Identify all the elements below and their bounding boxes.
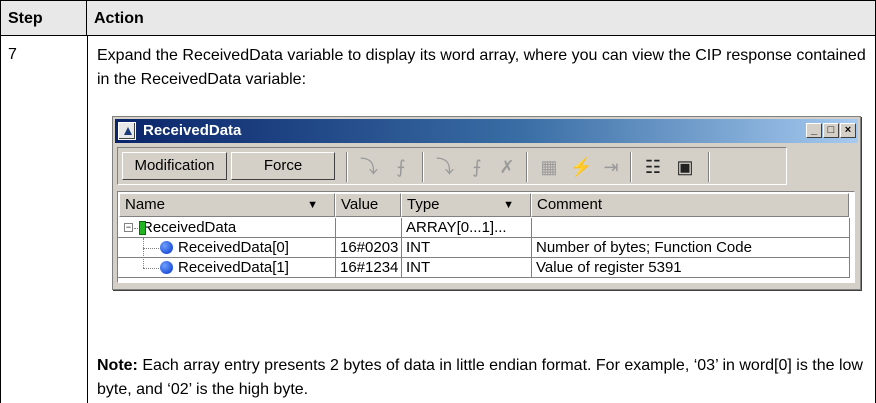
minimize-button[interactable]: _ — [806, 123, 822, 138]
column-header-type-label: Type — [407, 196, 440, 213]
cell-comment[interactable]: Number of bytes; Function Code — [532, 238, 850, 258]
force-falling-icon[interactable]: ⤵ — [434, 156, 456, 178]
header-action: Action — [87, 0, 876, 36]
note-text: Note: Each array entry presents 2 bytes … — [97, 354, 867, 402]
table-column-divider — [87, 36, 88, 403]
instruction-table: Step Action 7 Expand the ReceivedData va… — [0, 0, 876, 403]
cell-value[interactable] — [336, 218, 402, 238]
tree-line — [134, 228, 138, 229]
column-header-name[interactable]: Name ▼ — [119, 193, 335, 217]
row-name-label: ReceivedData — [142, 219, 237, 236]
tree-line — [143, 248, 159, 249]
column-header-value[interactable]: Value — [335, 193, 401, 217]
force-button[interactable]: Force — [231, 152, 335, 180]
type-dropdown-icon[interactable]: ▼ — [503, 194, 514, 216]
unforce-icon[interactable]: ✗ — [496, 156, 518, 178]
toolbar: Modification Force ⤵ ⨍ ⤵ ⨍ ✗ ▦ ⚡ ⇥ ☷ ▣ — [117, 147, 787, 185]
row-name-label: ReceivedData[1] — [178, 259, 289, 276]
cell-type[interactable]: INT — [402, 238, 532, 258]
table-icon[interactable]: ▦ — [538, 156, 560, 178]
header-action-label: Action — [94, 10, 144, 27]
variable-icon — [139, 221, 146, 235]
table-border-left — [0, 36, 1, 403]
cell-type[interactable]: ARRAY[0...1]... — [402, 218, 532, 238]
cell-value[interactable]: 16#0203 — [336, 238, 402, 258]
modification-button[interactable]: Modification — [122, 152, 227, 180]
sort-dropdown-icon[interactable]: ▼ — [307, 194, 318, 216]
note-label: Note: — [97, 357, 138, 374]
cell-comment[interactable]: Value of register 5391 — [532, 258, 850, 278]
lightning-icon[interactable]: ⚡ — [570, 156, 592, 178]
column-header-comment[interactable]: Comment — [531, 193, 849, 217]
cell-type[interactable]: INT — [402, 258, 532, 278]
window-title: ReceivedData — [143, 122, 242, 139]
row-name-label: ReceivedData[0] — [178, 239, 289, 256]
action-text: Expand the ReceivedData variable to disp… — [97, 47, 866, 88]
variable-grid: Name ▼ Value Type ▼ Comment ReceivedData… — [117, 191, 855, 283]
force-rising-icon[interactable]: ⨍ — [466, 156, 488, 178]
cell-name[interactable]: ReceivedData — [118, 218, 336, 238]
received-data-window: ReceivedData _ □ × Modification Force ⤵ … — [112, 116, 861, 290]
note-body: Each array entry presents 2 bytes of dat… — [97, 357, 863, 398]
animation-icon[interactable]: ☷ — [642, 156, 664, 178]
window-app-icon — [118, 122, 136, 140]
maximize-button[interactable]: □ — [823, 123, 839, 138]
cell-value[interactable]: 16#1234 — [336, 258, 402, 278]
cell-comment[interactable] — [532, 218, 850, 238]
collapse-toggle-icon[interactable]: − — [124, 223, 133, 232]
toolbar-separator — [708, 152, 710, 182]
step-icon[interactable]: ⇥ — [600, 156, 622, 178]
element-icon — [160, 261, 173, 274]
header-step: Step — [0, 0, 87, 36]
close-button[interactable]: × — [840, 123, 856, 138]
set-falling-icon[interactable]: ⤵ — [358, 156, 380, 178]
toolbar-separator — [630, 152, 632, 182]
toolbar-separator — [526, 152, 528, 182]
column-header-type[interactable]: Type ▼ — [401, 193, 531, 217]
set-rising-icon[interactable]: ⨍ — [390, 156, 412, 178]
toolbar-separator — [346, 152, 348, 182]
toolbar-separator — [422, 152, 424, 182]
animation-table-icon[interactable]: ▣ — [674, 156, 696, 178]
step-number: 7 — [8, 46, 17, 63]
header-step-label: Step — [8, 10, 43, 27]
window-titlebar[interactable]: ReceivedData _ □ × — [115, 119, 858, 143]
element-icon — [160, 241, 173, 254]
column-header-name-label: Name — [125, 196, 166, 213]
tree-line — [143, 268, 159, 269]
